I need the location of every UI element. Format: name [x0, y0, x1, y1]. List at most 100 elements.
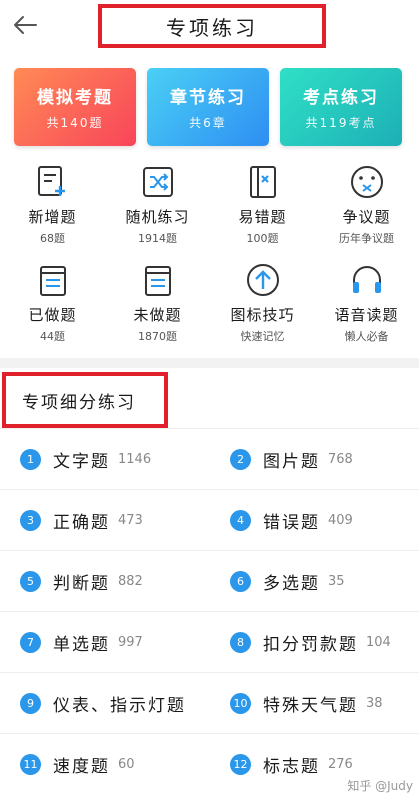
chapter-practice-card[interactable]: 章节练习 共6章 — [147, 68, 269, 146]
list-row: 5 判断题 882 6 多选题 35 — [0, 550, 419, 611]
list-number-badge: 2 — [230, 449, 251, 470]
card-title: 考点练习 — [303, 88, 379, 108]
grid-sub: 懒人必备 — [344, 330, 389, 343]
list-item-name: 特殊天气题 — [263, 696, 358, 716]
grid-sub: 快速记忆 — [240, 330, 285, 343]
card-subtitle: 共119考点 — [305, 116, 377, 130]
feature-grid: 新增题 68题 随机练习 1914题 易错题 100题 争议题 历年争议题 已做… — [0, 162, 419, 352]
list-row: 1 文字题 1146 2 图片题 768 — [0, 428, 419, 489]
list-item-name: 正确题 — [53, 513, 110, 533]
list-item[interactable]: 12 标志题 276 — [230, 734, 353, 795]
grid-label: 新增题 — [28, 208, 77, 226]
list-item[interactable]: 2 图片题 768 — [230, 429, 353, 490]
grid-label: 未做题 — [133, 306, 182, 324]
grid-label: 争议题 — [342, 208, 391, 226]
list-item-name: 文字题 — [53, 452, 110, 472]
shuffle-icon — [138, 162, 178, 202]
grid-item-error-prone[interactable]: 易错题 100题 — [210, 162, 315, 254]
list-row: 7 单选题 997 8 扣分罚款题 104 — [0, 611, 419, 672]
list-item-name: 错误题 — [263, 513, 320, 533]
back-button[interactable] — [8, 10, 42, 40]
done-list-icon — [33, 260, 73, 300]
grid-sub: 1914题 — [138, 232, 177, 245]
grid-label: 语音读题 — [334, 306, 399, 324]
list-item-count: 882 — [118, 574, 143, 589]
grid-item-voice[interactable]: 语音读题 懒人必备 — [314, 260, 419, 352]
dispute-face-icon — [347, 162, 387, 202]
list-row: 3 正确题 473 4 错误题 409 — [0, 489, 419, 550]
undone-list-icon — [138, 260, 178, 300]
list-item-count: 768 — [328, 452, 353, 467]
list-item-count: 997 — [118, 635, 143, 650]
grid-item-new[interactable]: 新增题 68题 — [0, 162, 105, 254]
list-number-badge: 4 — [230, 510, 251, 531]
page-title: 专项练习 — [98, 4, 326, 48]
list-number-badge: 5 — [20, 571, 41, 592]
list-number-badge: 9 — [20, 693, 41, 714]
list-item[interactable]: 1 文字题 1146 — [20, 429, 151, 490]
headphones-icon — [347, 260, 387, 300]
grid-sub: 100题 — [246, 232, 279, 245]
list-item[interactable]: 3 正确题 473 — [20, 490, 143, 551]
list-item[interactable]: 7 单选题 997 — [20, 612, 143, 673]
mock-exam-card[interactable]: 模拟考题 共140题 — [14, 68, 136, 146]
list-item-name: 扣分罚款题 — [263, 635, 358, 655]
up-arrow-icon — [243, 260, 283, 300]
grid-sub: 44题 — [40, 330, 65, 343]
list-item-name: 标志题 — [263, 757, 320, 777]
list-item-count: 276 — [328, 757, 353, 772]
grid-item-dispute[interactable]: 争议题 历年争议题 — [314, 162, 419, 254]
list-item[interactable]: 6 多选题 35 — [230, 551, 345, 612]
list-item-count: 409 — [328, 513, 353, 528]
list-row: 9 仪表、指示灯题 10 特殊天气题 38 — [0, 672, 419, 733]
list-item-name: 仪表、指示灯题 — [53, 696, 186, 716]
list-number-badge: 8 — [230, 632, 251, 653]
list-number-badge: 6 — [230, 571, 251, 592]
grid-label: 已做题 — [28, 306, 77, 324]
sub-practice-list: 1 文字题 1146 2 图片题 768 3 正确题 473 4 错误题 409… — [0, 428, 419, 800]
grid-label: 易错题 — [238, 208, 287, 226]
list-item[interactable]: 4 错误题 409 — [230, 490, 353, 551]
card-subtitle: 共140题 — [46, 116, 104, 130]
grid-item-undone[interactable]: 未做题 1870题 — [105, 260, 210, 352]
list-item-name: 图片题 — [263, 452, 320, 472]
header: 专项练习 — [0, 0, 419, 52]
list-item-count: 104 — [366, 635, 391, 650]
list-item-count: 473 — [118, 513, 143, 528]
list-number-badge: 12 — [230, 754, 251, 775]
list-item-count: 38 — [366, 696, 383, 711]
grid-sub: 68题 — [40, 232, 65, 245]
list-number-badge: 11 — [20, 754, 41, 775]
top-cards: 模拟考题 共140题 章节练习 共6章 考点练习 共119考点 — [12, 68, 410, 146]
watermark-text: 知乎 @Judy — [347, 779, 413, 793]
list-item-name: 单选题 — [53, 635, 110, 655]
grid-sub: 历年争议题 — [339, 232, 394, 245]
back-arrow-icon — [14, 16, 37, 34]
grid-item-done[interactable]: 已做题 44题 — [0, 260, 105, 352]
grid-label: 图标技巧 — [230, 306, 295, 324]
watermark: 知乎 @Judy — [347, 777, 413, 794]
grid-item-icon-tips[interactable]: 图标技巧 快速记忆 — [210, 260, 315, 352]
list-item-count: 1146 — [118, 452, 152, 467]
list-item[interactable]: 8 扣分罚款题 104 — [230, 612, 391, 673]
section-divider — [0, 358, 419, 368]
list-item-count: 60 — [118, 757, 135, 772]
card-subtitle: 共6章 — [189, 116, 227, 130]
list-item-name: 判断题 — [53, 574, 110, 594]
list-item[interactable]: 5 判断题 882 — [20, 551, 143, 612]
grid-sub: 1870题 — [138, 330, 177, 343]
add-document-icon — [33, 162, 73, 202]
grid-item-random[interactable]: 随机练习 1914题 — [105, 162, 210, 254]
list-item-name: 多选题 — [263, 574, 320, 594]
list-number-badge: 7 — [20, 632, 41, 653]
list-item[interactable]: 11 速度题 60 — [20, 734, 135, 795]
list-item[interactable]: 9 仪表、指示灯题 — [20, 673, 194, 734]
list-number-badge: 10 — [230, 693, 251, 714]
list-item-count: 35 — [328, 574, 345, 589]
list-number-badge: 3 — [20, 510, 41, 531]
card-title: 模拟考题 — [37, 88, 113, 108]
wrong-book-icon — [243, 162, 283, 202]
point-practice-card[interactable]: 考点练习 共119考点 — [280, 68, 402, 146]
card-title: 章节练习 — [170, 88, 246, 108]
list-item[interactable]: 10 特殊天气题 38 — [230, 673, 383, 734]
